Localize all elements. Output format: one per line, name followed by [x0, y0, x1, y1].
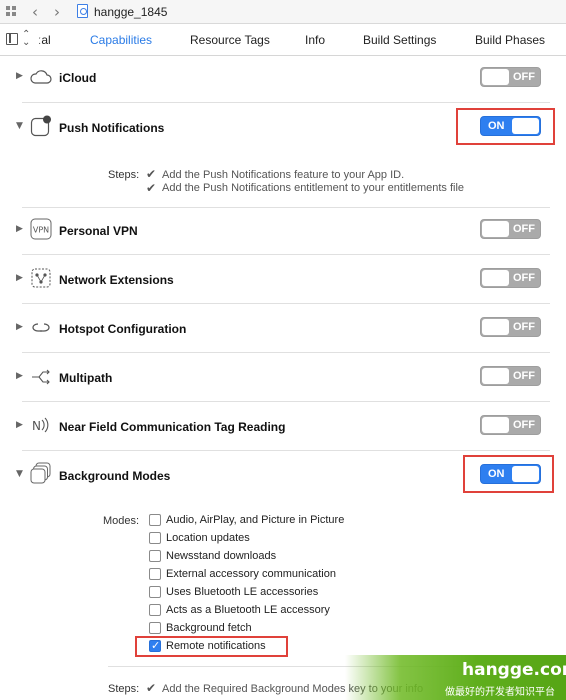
notification-icon — [30, 115, 51, 137]
capability-label: Network Extensions — [59, 273, 174, 287]
tab-capabilities[interactable]: Capabilities — [90, 33, 152, 47]
tab-build-phases[interactable]: Build Phases — [475, 33, 545, 47]
icloud-toggle[interactable]: OFF — [480, 67, 541, 87]
disclosure-triangle-icon[interactable]: ▶ — [16, 224, 23, 234]
cloud-icon — [30, 70, 52, 84]
related-items-icon[interactable] — [6, 6, 18, 18]
tab-info[interactable]: Info — [305, 33, 325, 47]
tab-build-settings[interactable]: Build Settings — [363, 33, 436, 47]
mode-checkbox[interactable] — [149, 568, 161, 580]
divider — [22, 303, 550, 304]
mode-label[interactable]: Uses Bluetooth LE accessories — [166, 586, 318, 598]
toggle-state: OFF — [513, 223, 535, 235]
capability-label: Hotspot Configuration — [59, 322, 187, 336]
watermark-subtitle: 做最好的开发者知识平台 — [445, 687, 555, 698]
disclosure-triangle-icon[interactable]: ▶ — [16, 420, 23, 430]
mode-checkbox[interactable] — [149, 532, 161, 544]
mode-label[interactable]: Remote notifications — [166, 640, 266, 652]
hotspot-configuration-toggle[interactable]: OFF — [480, 317, 541, 337]
step-text: Add the Push Notifications entitlement t… — [162, 182, 465, 194]
divider — [22, 450, 550, 451]
toggle-state: OFF — [513, 272, 535, 284]
mode-checkbox[interactable] — [149, 550, 161, 562]
editor-tab-bar: ⌃ ⌄ ːal Capabilities Resource Tags Info B… — [0, 24, 566, 56]
mode-label[interactable]: Acts as a Bluetooth LE accessory — [166, 604, 330, 616]
toggle-state: OFF — [513, 370, 535, 382]
mode-label[interactable]: Location updates — [166, 532, 250, 544]
tab-general[interactable]: ːal — [38, 33, 51, 47]
back-arrow-icon[interactable]: ‹ — [32, 3, 38, 21]
watermark-title: hangge.com — [462, 660, 566, 680]
toggle-state: OFF — [513, 419, 535, 431]
steps-label: Steps: — [108, 683, 140, 695]
toggle-knob — [482, 69, 509, 85]
mode-label[interactable]: Background fetch — [166, 622, 252, 634]
vpn-icon: VPN — [30, 218, 52, 240]
toggle-knob — [482, 319, 509, 335]
network-extensions-icon — [31, 268, 51, 288]
tab-resource-tags[interactable]: Resource Tags — [190, 33, 270, 47]
hotspot-icon — [32, 323, 50, 332]
personal-vpn-toggle[interactable]: OFF — [480, 219, 541, 239]
forward-arrow-icon[interactable]: › — [54, 3, 60, 21]
capability-label: Multipath — [59, 371, 113, 385]
toggle-knob — [512, 466, 539, 482]
network-extensions-toggle[interactable]: OFF — [480, 268, 541, 288]
multipath-icon — [32, 369, 50, 385]
sidebar-toggle-icon[interactable] — [6, 33, 18, 45]
toggle-state: ON — [488, 468, 505, 480]
toggle-state: OFF — [513, 321, 535, 333]
checkmark-icon: ✔ — [146, 181, 157, 195]
capability-label: iCloud — [59, 71, 97, 85]
background-modes-toggle[interactable]: ON — [480, 464, 541, 484]
mode-checkbox[interactable] — [149, 514, 161, 526]
disclosure-triangle-icon[interactable]: ▶ — [16, 322, 23, 332]
disclosure-triangle-icon[interactable]: ▶ — [16, 71, 23, 81]
modes-label: Modes: — [103, 515, 140, 527]
target-selector-icon[interactable]: ⌃ ⌄ — [22, 30, 30, 48]
checkmark-icon: ✔ — [146, 681, 157, 695]
toggle-knob — [482, 368, 509, 384]
toggle-state: OFF — [513, 71, 535, 83]
toggle-knob — [482, 270, 509, 286]
disclosure-triangle-icon[interactable]: ▼ — [16, 469, 23, 479]
project-file-icon — [77, 4, 88, 18]
svg-text:N: N — [32, 419, 41, 433]
divider — [22, 352, 550, 353]
steps-label: Steps: — [108, 169, 140, 181]
divider — [22, 207, 550, 208]
svg-text:VPN: VPN — [33, 226, 49, 235]
mode-checkbox[interactable] — [149, 622, 161, 634]
disclosure-triangle-icon[interactable]: ▶ — [16, 273, 23, 283]
push-notifications-toggle[interactable]: ON — [480, 116, 541, 136]
nfc-icon: N — [32, 417, 49, 433]
multipath-toggle[interactable]: OFF — [480, 366, 541, 386]
navigation-bar: ‹ › hangge_1845 — [0, 0, 566, 24]
remote-notifications-checkbox[interactable] — [149, 639, 161, 652]
divider — [22, 401, 550, 402]
disclosure-triangle-icon[interactable]: ▶ — [16, 371, 23, 381]
capability-label: Background Modes — [59, 469, 171, 483]
capability-label: Personal VPN — [59, 224, 138, 238]
divider — [22, 102, 550, 103]
mode-label[interactable]: Newsstand downloads — [166, 550, 276, 562]
checkmark-icon: ✔ — [146, 167, 157, 181]
toggle-knob — [482, 221, 509, 237]
toggle-knob — [482, 417, 509, 433]
file-name[interactable]: hangge_1845 — [94, 5, 167, 19]
disclosure-triangle-icon[interactable]: ▼ — [16, 121, 23, 131]
capability-label: Near Field Communication Tag Reading — [59, 420, 286, 434]
mode-checkbox[interactable] — [149, 586, 161, 598]
background-modes-icon — [30, 462, 51, 484]
step-text: Add the Push Notifications feature to yo… — [162, 169, 405, 181]
mode-label[interactable]: External accessory communication — [166, 568, 336, 580]
toggle-state: ON — [488, 120, 505, 132]
mode-checkbox[interactable] — [149, 604, 161, 616]
nfc-tag-reading-toggle[interactable]: OFF — [480, 415, 541, 435]
toggle-knob — [512, 118, 539, 134]
mode-label[interactable]: Audio, AirPlay, and Picture in Picture — [166, 514, 344, 526]
divider — [22, 254, 550, 255]
capability-label: Push Notifications — [59, 121, 165, 135]
